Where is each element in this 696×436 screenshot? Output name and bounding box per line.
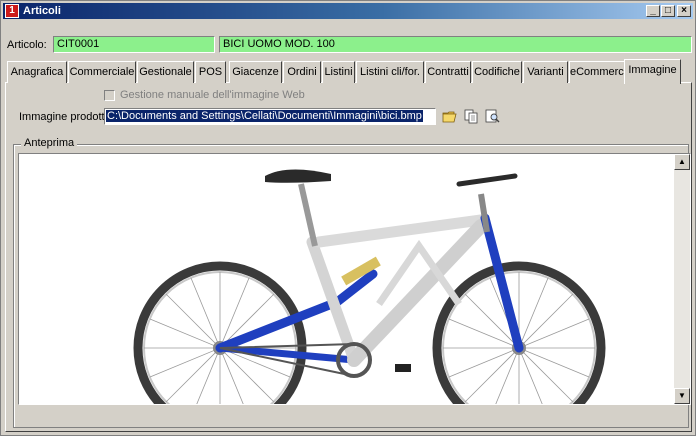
tab-commerciale[interactable]: Commerciale (68, 61, 136, 83)
app-icon: 1 (5, 4, 19, 18)
preview-area: ▲ ▼ (18, 153, 691, 405)
window-title: Articoli (23, 5, 61, 17)
close-button[interactable]: × (677, 5, 691, 17)
tab-anagrafica[interactable]: Anagrafica (7, 61, 67, 83)
article-label: Articolo: (7, 39, 47, 51)
articoli-window: 1 Articoli _ □ × Articolo: CIT0001 BICI … (0, 0, 696, 436)
rear-wheel (133, 261, 307, 404)
tab-pos[interactable]: POS (195, 61, 226, 83)
tab-listini[interactable]: Listini (322, 61, 355, 83)
bike-frame (215, 169, 524, 378)
manual-web-image-checkbox[interactable] (104, 90, 115, 101)
tab-listini-cli-for[interactable]: Listini cli/for. (356, 61, 424, 83)
title-bar[interactable]: 1 Articoli _ □ × (3, 3, 693, 19)
product-image-path-input[interactable]: C:\Documents and Settings\Cellati\Docume… (104, 108, 436, 125)
scroll-down-icon[interactable]: ▼ (674, 388, 690, 404)
minimize-button[interactable]: _ (646, 5, 660, 17)
folder-open-icon[interactable] (442, 109, 458, 124)
product-image-label: Immagine prodotto: (19, 111, 114, 123)
tab-gestionale[interactable]: Gestionale (137, 61, 194, 83)
maximize-button[interactable]: □ (661, 5, 675, 17)
manual-web-image-label: Gestione manuale dell'immagine Web (120, 89, 305, 101)
preview-vertical-scrollbar[interactable]: ▲ ▼ (674, 154, 690, 404)
tab-ecommerce[interactable]: eCommerce (569, 61, 630, 83)
tab-giacenze[interactable]: Giacenze (229, 61, 282, 83)
article-description-field[interactable]: BICI UOMO MOD. 100 (219, 36, 692, 53)
tab-ordini[interactable]: Ordini (283, 61, 321, 83)
tab-contratti[interactable]: Contratti (425, 61, 471, 83)
preview-group-title: Anteprima (21, 137, 78, 149)
tab-immagine[interactable]: Immagine (624, 59, 681, 84)
preview-icon[interactable] (485, 109, 501, 124)
article-code-field[interactable]: CIT0001 (53, 36, 215, 53)
tab-varianti[interactable]: Varianti (523, 61, 568, 83)
scroll-up-icon[interactable]: ▲ (674, 154, 690, 170)
bicycle-image (133, 169, 606, 404)
tab-codifiche[interactable]: Codifiche (472, 61, 522, 83)
product-image-path-value: C:\Documents and Settings\Cellati\Docume… (106, 110, 423, 122)
copy-icon[interactable] (463, 109, 479, 124)
